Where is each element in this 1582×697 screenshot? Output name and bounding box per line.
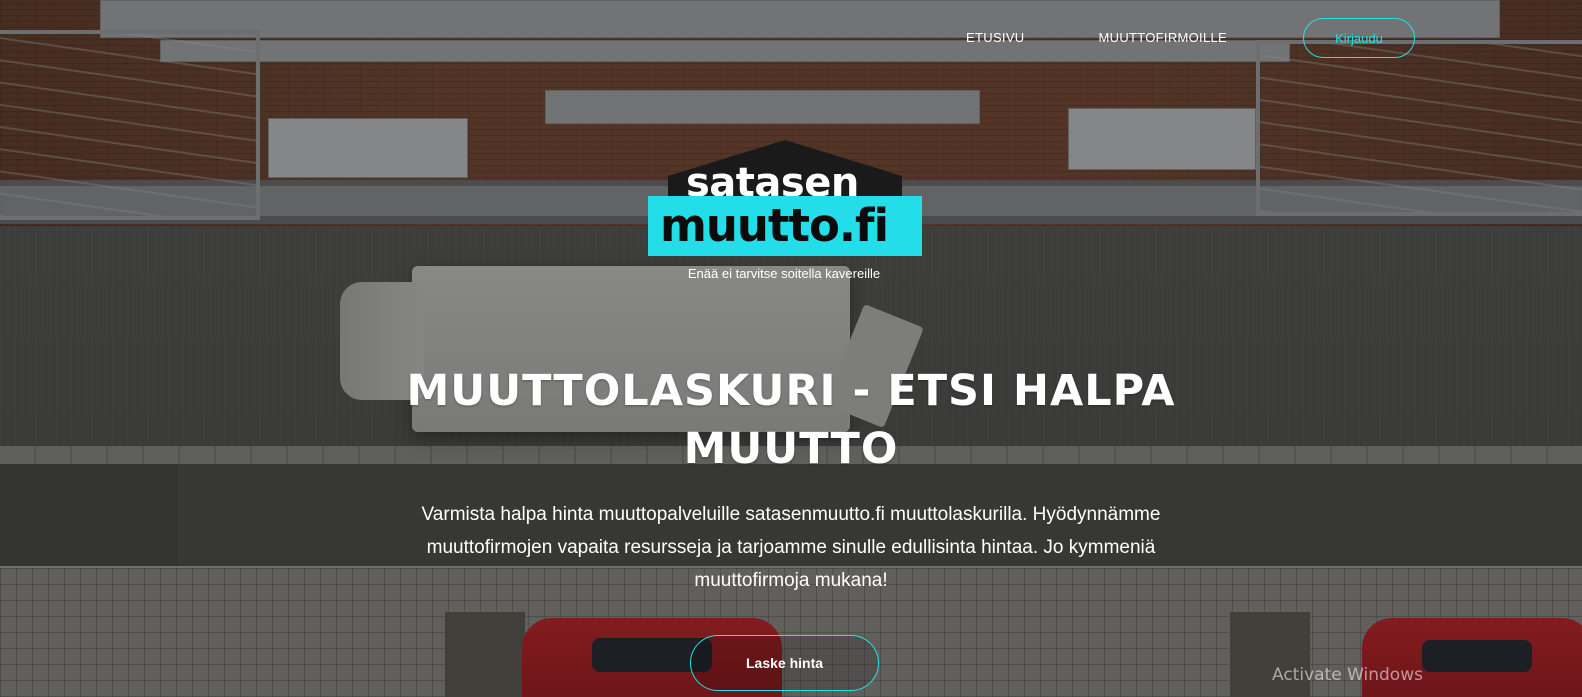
nav-link-muuttofirmoille[interactable]: MUUTTOFIRMOILLE (1099, 30, 1228, 45)
activate-windows-watermark: Activate Windows (1272, 665, 1423, 685)
hero-title: MUUTTOLASKURI - ETSI HALPA MUUTTO (0, 362, 1582, 478)
nav-link-etusivu[interactable]: ETUSIVU (966, 30, 1024, 45)
site-logo[interactable]: satasen muutto.fi (648, 140, 922, 260)
logo-tagline: Enää ei tarvitse soitella kavereille (687, 266, 881, 281)
top-nav: ETUSIVU MUUTTOFIRMOILLE Kirjaudu (966, 18, 1415, 58)
hero-title-line-1: MUUTTOLASKURI - ETSI HALPA (406, 366, 1176, 416)
login-button[interactable]: Kirjaudu (1303, 18, 1415, 58)
logo-text-bottom: muutto.fi (660, 199, 889, 252)
hero-description: Varmista halpa hinta muuttopalveluille s… (421, 504, 1161, 591)
hero-title-line-2: MUUTTO (683, 424, 899, 474)
calculate-price-button[interactable]: Laske hinta (690, 635, 879, 691)
